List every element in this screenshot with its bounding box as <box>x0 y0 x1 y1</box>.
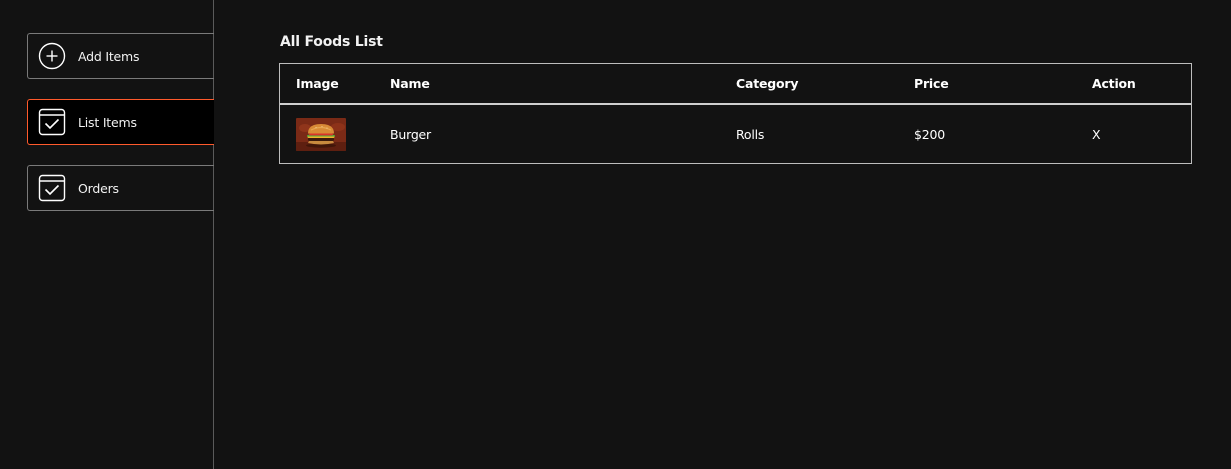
table-row: Burger Rolls $200 X <box>280 105 1191 163</box>
food-category: Rolls <box>736 126 765 142</box>
sidebar-item-label: Orders <box>78 180 119 196</box>
table-header-row: Image Name Category Price Action <box>280 64 1191 105</box>
column-header-price: Price <box>914 76 949 91</box>
burger-photo <box>296 117 346 151</box>
column-header-action: Action <box>1092 76 1136 91</box>
remove-item-button[interactable]: X <box>1092 105 1101 163</box>
food-image-cell <box>296 105 346 163</box>
food-price: $200 <box>914 126 946 142</box>
admin-app: Add Items List Items Orders All Foods Li… <box>0 0 1231 469</box>
checkbox-list-icon <box>38 108 66 136</box>
column-header-name: Name <box>390 76 430 91</box>
foods-table: Image Name Category Price Action Burger … <box>279 63 1192 164</box>
add-circle-icon <box>38 42 66 70</box>
sidebar-item-label: List Items <box>78 114 137 130</box>
sidebar-item-label: Add Items <box>78 48 140 64</box>
sidebar: Add Items List Items Orders <box>0 0 214 469</box>
column-header-category: Category <box>736 76 799 91</box>
page-title: All Foods List <box>280 34 383 50</box>
column-header-image: Image <box>296 76 339 91</box>
checkbox-orders-icon <box>38 174 66 202</box>
food-name: Burger <box>390 126 431 142</box>
sidebar-item-list-items[interactable]: List Items <box>27 99 214 145</box>
sidebar-item-orders[interactable]: Orders <box>27 165 214 211</box>
sidebar-item-add-items[interactable]: Add Items <box>27 33 214 79</box>
